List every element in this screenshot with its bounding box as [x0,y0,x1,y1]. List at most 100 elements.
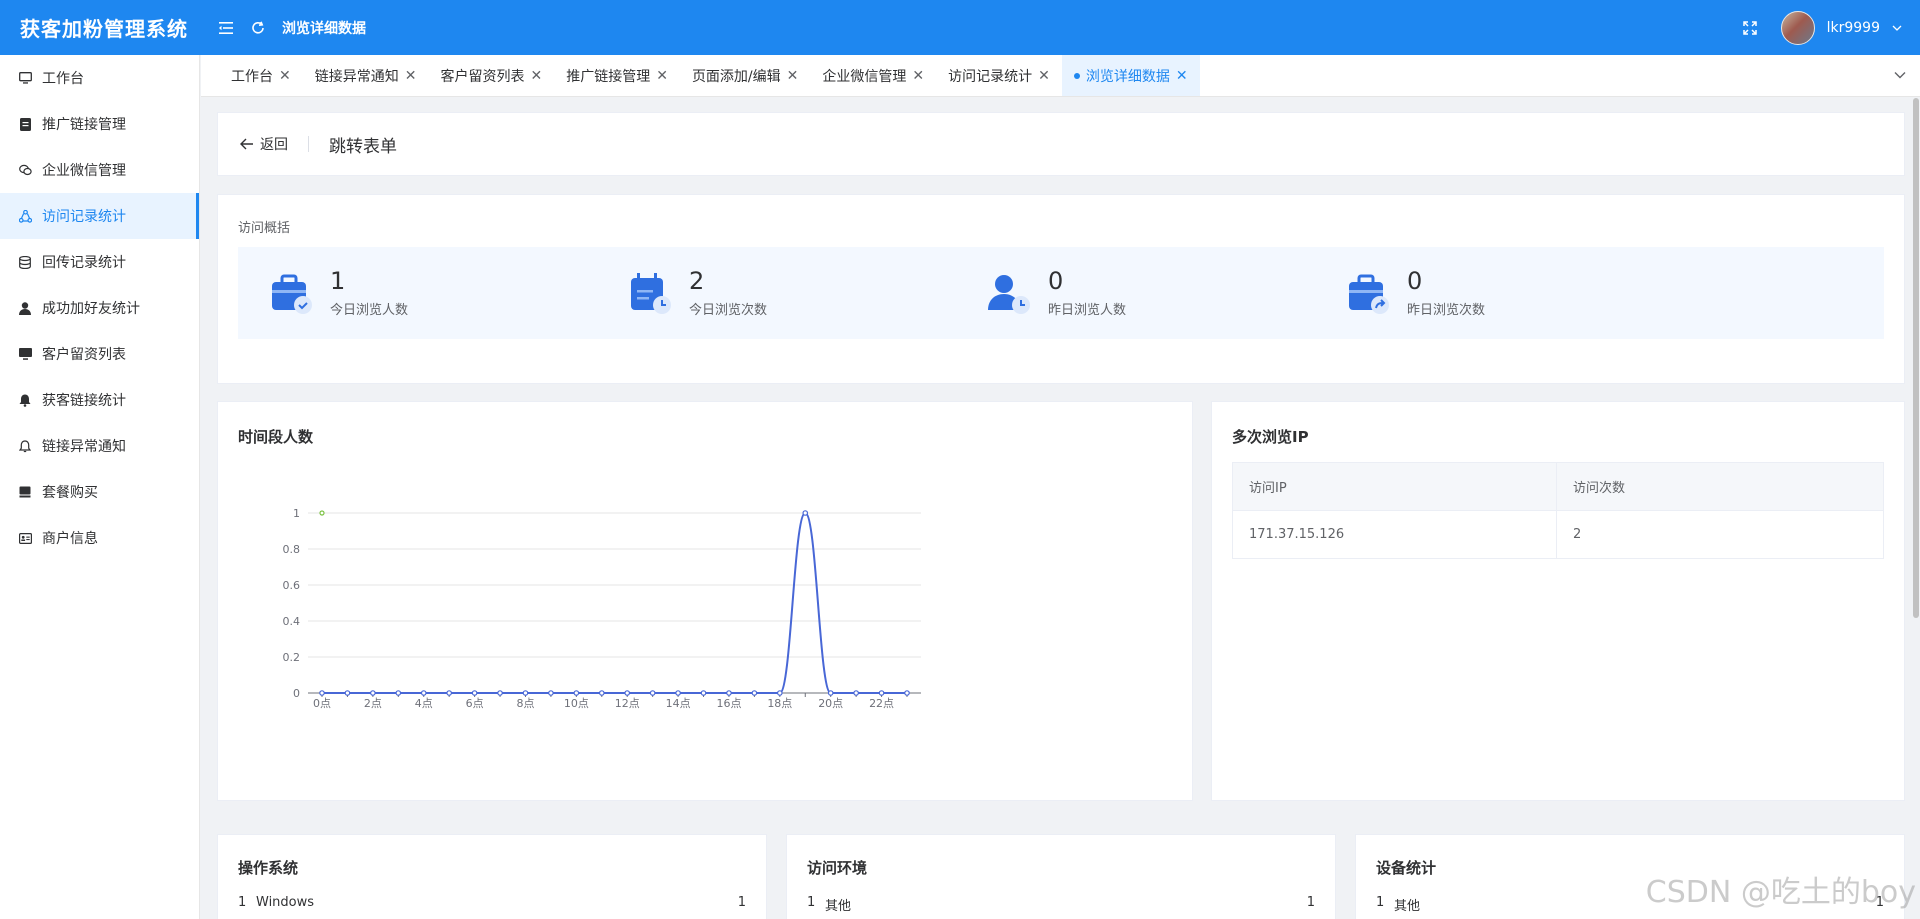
data-point [344,690,351,696]
screen-icon [18,347,32,361]
row-count: 1 [1306,895,1315,910]
row-index: 1 [1376,895,1385,910]
tab-label: 企业微信管理 [822,68,907,85]
x-tick-label: 2点 [364,697,382,710]
chevron-down-icon[interactable] [1894,67,1906,83]
device-card-title: 设备统计 [1376,859,1437,877]
briefcase-share-icon [1349,274,1389,314]
sidebar-item[interactable]: 链接异常通知 [0,423,199,469]
data-point [395,690,402,696]
y-tick-label: 1 [293,507,300,520]
close-icon[interactable]: ✕ [405,68,417,84]
close-icon[interactable]: ✕ [787,68,799,84]
tab[interactable]: 访问记录统计 ✕ [936,55,1062,96]
data-point [420,690,427,696]
x-tick-label: 12点 [615,697,640,710]
tab[interactable]: 客户留资列表 ✕ [428,55,554,96]
data-point [471,690,478,696]
stat-label: 昨日浏览次数 [1407,303,1486,318]
top-header: 获客加粉管理系统 浏览详细数据 lkr9999 [0,0,1920,55]
x-tick-label: 20点 [818,697,843,710]
fullscreen-icon[interactable] [1742,20,1757,35]
x-tick-label: 16点 [716,697,741,710]
tab-label: 推广链接管理 [566,68,651,85]
watermark: CSDN @吃土的boy [1645,875,1916,910]
data-point [573,690,580,696]
series-line [321,511,907,694]
header-page-title: 浏览详细数据 [282,20,366,37]
tab-label: 页面添加/编辑 [691,68,781,85]
row-index: 1 [807,895,816,910]
tab[interactable]: 推广链接管理 ✕ [554,55,680,96]
x-tick-label: 14点 [666,697,691,710]
sidebar-item[interactable]: 客户留资列表 [0,331,199,377]
ip-card-title: 多次浏览IP [1232,428,1309,446]
chat-icon [18,163,32,177]
data-point [878,690,885,696]
bell-filled-icon [18,393,32,407]
sidebar-item[interactable]: 工作台 [0,55,199,101]
close-icon[interactable]: ✕ [912,68,924,84]
table-header-row: 访问IP 访问次数 [1232,462,1884,511]
tab-label: 浏览详细数据 [1085,68,1170,85]
chevron-down-icon[interactable] [1892,25,1902,31]
os-card-title: 操作系统 [238,859,299,877]
x-tick-label: 4点 [415,697,433,710]
monitor-icon [18,71,32,85]
database-icon [18,255,32,269]
tab[interactable]: 工作台 ✕ [219,55,303,96]
data-point [675,690,681,696]
sidebar-item[interactable]: 套餐购买 [0,469,199,515]
x-tick-label: 10点 [564,697,589,710]
tab[interactable]: 链接异常通知 ✕ [303,55,429,96]
data-point [598,690,605,696]
username[interactable]: lkr9999 [1827,20,1880,36]
sidebar-item[interactable]: 商户信息 [0,515,199,561]
back-label: 返回 [260,137,288,153]
list-item: 1 其他 1 [807,895,1315,914]
sidebar-item-label: 企业微信管理 [42,163,126,179]
stat-today-views: 2 今日浏览次数 [627,267,767,318]
share-icon [18,209,32,223]
vertical-scrollbar[interactable] [1912,98,1920,919]
data-point [700,690,707,696]
x-tick-label: 6点 [466,697,484,710]
data-point [446,690,452,696]
sidebar-item-label: 访问记录统计 [42,209,126,225]
close-icon[interactable]: ✕ [1176,68,1188,84]
tab-label: 链接异常通知 [314,68,399,85]
menu-toggle-icon[interactable] [212,14,240,42]
tab[interactable]: 浏览详细数据 ✕ [1061,55,1200,96]
close-icon[interactable]: ✕ [530,68,542,84]
x-tick-label: 8点 [516,697,534,710]
avatar[interactable] [1780,10,1815,45]
close-icon[interactable]: ✕ [1038,68,1050,84]
back-button[interactable]: 返回 [240,134,288,154]
sidebar-item-label: 获客链接统计 [42,393,126,409]
sidebar-item[interactable]: 推广链接管理 [0,101,199,147]
sidebar-item[interactable]: 成功加好友统计 [0,285,199,331]
scrollbar-thumb[interactable] [1913,98,1919,618]
bell-icon [18,439,32,453]
data-point [726,690,732,696]
line-chart: 00.20.40.60.810点 2点 4点 6点 8点 10点 12点 14点 16点 18点 2… [283,507,921,710]
close-icon[interactable]: ✕ [279,68,291,84]
y-tick-label: 0 [293,687,300,700]
page-title: 跳转表单 [329,136,397,157]
y-tick-label: 0.4 [283,615,301,628]
y-tick-label: 0.8 [283,543,301,556]
sidebar: 工作台 推广链接管理企业微信管理 访问记录统计回传记录统计 成功加好友统计 客户留资列表… [0,55,200,919]
close-icon[interactable]: ✕ [656,68,668,84]
table-row: 171.37.15.126 2 [1232,510,1884,559]
ip-table: 访问IP 访问次数 171.37.15.126 2 [1232,462,1884,559]
sidebar-item[interactable]: 获客链接统计 [0,377,199,423]
sidebar-item[interactable]: 企业微信管理 [0,147,199,193]
env-card-title: 访问环境 [807,859,868,877]
sidebar-item[interactable]: 回传记录统计 [0,239,199,285]
stat-label: 昨日浏览人数 [1048,303,1127,318]
tab[interactable]: 企业微信管理 ✕ [810,55,936,96]
refresh-icon[interactable] [244,14,272,42]
data-point [904,690,910,696]
sidebar-item[interactable]: 访问记录统计 [0,193,199,239]
tab[interactable]: 页面添加/编辑 ✕ [680,55,810,96]
